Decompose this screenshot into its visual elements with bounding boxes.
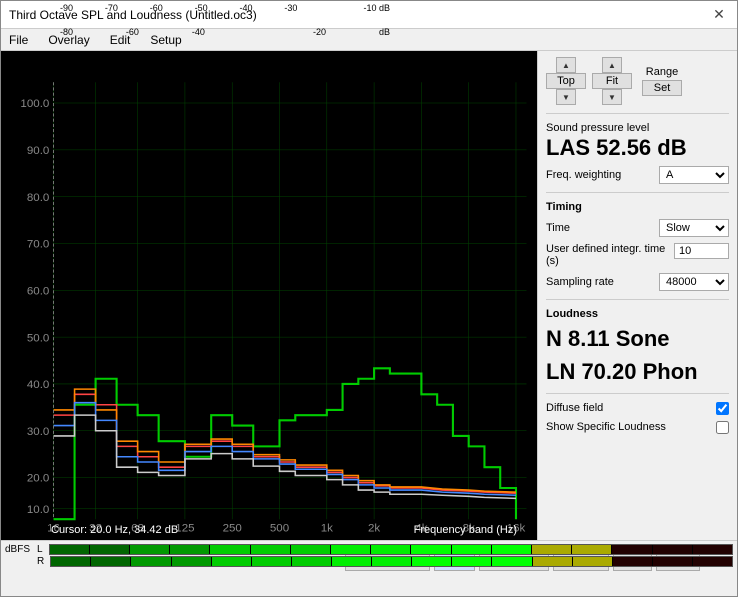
show-specific-row: Show Specific Loudness [546,421,729,434]
svg-text:80.0: 80.0 [27,192,50,204]
user-integr-label: User defined integr. time (s) [546,243,670,267]
vu-R-segments [51,557,732,566]
vu-ticks-R: -80-60-40|-20dB [60,27,390,37]
user-integr-input[interactable]: 10 [674,243,729,259]
cursor-info: Cursor: 20.0 Hz, 34.42 dB [51,524,178,536]
dbfs-label: dBFS [5,544,33,555]
svg-text:70.0: 70.0 [27,239,50,251]
set-button[interactable]: Set [642,80,682,96]
R-label: R [37,556,44,567]
svg-text:40.0: 40.0 [27,379,50,391]
vu-L-segments [50,545,732,554]
diffuse-field-checkbox[interactable] [716,402,729,415]
loudness-phon: LN 70.20 Phon [546,359,729,385]
menu-file[interactable]: File [5,32,32,48]
vu-R-row: dBFS R [1,556,737,568]
spl-section-title: Sound pressure level [546,122,729,134]
range-label: Range [646,66,678,78]
fit-nav-group: ▲ Fit ▼ [592,57,632,105]
svg-text:500: 500 [270,523,289,535]
spl-value: LAS 52.56 dB [546,136,729,160]
vu-L-bar [49,544,733,555]
time-select[interactable]: Slow Fast Impulse [659,219,729,237]
svg-text:20.0: 20.0 [27,473,50,485]
bottom-bar: dBFS L [1,540,737,596]
loudness-title: Loudness [546,308,729,320]
close-button[interactable]: ✕ [709,5,729,25]
svg-text:50.0: 50.0 [27,332,50,344]
right-panel: ▲ Top ▼ ▲ Fit ▼ Range Set [537,51,737,540]
show-specific-label: Show Specific Loudness [546,421,666,433]
time-label: Time [546,222,570,234]
svg-text:60.0: 60.0 [27,286,50,298]
diffuse-field-row: Diffuse field [546,402,729,415]
divider-4 [546,393,729,394]
fit-up-button[interactable]: ▲ [602,57,622,73]
top-nav-group: ▲ Top ▼ [546,57,586,105]
freq-weighting-row: Freq. weighting A B C D [546,166,729,184]
svg-text:30.0: 30.0 [27,426,50,438]
top-up-button[interactable]: ▲ [556,57,576,73]
svg-text:250: 250 [223,523,242,535]
fit-label-button[interactable]: Fit [592,73,632,89]
vu-L-row: dBFS L [1,541,737,556]
top-down-button[interactable]: ▼ [556,89,576,105]
fit-down-button[interactable]: ▼ [602,89,622,105]
sampling-rate-label: Sampling rate [546,276,614,288]
vu-R-bar [50,556,733,567]
top-label-button[interactable]: Top [546,73,586,89]
svg-text:2k: 2k [368,523,380,535]
divider-2 [546,192,729,193]
divider-1 [546,113,729,114]
chart-area: Third octave SPL dB ARTA [1,51,537,540]
vu-ticks-L: -90-70-60-50-40-30|-10 dB [60,3,390,13]
loudness-sone: N 8.11 Sone [546,326,729,352]
freq-weighting-select[interactable]: A B C D [659,166,729,184]
freq-weighting-label: Freq. weighting [546,169,621,181]
show-specific-checkbox[interactable] [716,421,729,434]
svg-text:1k: 1k [321,523,333,535]
diffuse-field-label: Diffuse field [546,402,603,414]
L-label: L [37,544,43,555]
sampling-rate-select[interactable]: 44100 48000 96000 [659,273,729,291]
chart-outer: Third octave SPL dB ARTA [1,51,537,540]
spl-section: Sound pressure level LAS 52.56 dB [546,122,729,160]
chart-svg: 100.0 90.0 80.0 70.0 60.0 50.0 40.0 30.0… [1,51,537,540]
main-content: Third octave SPL dB ARTA [1,51,737,540]
time-row: Time Slow Fast Impulse [546,219,729,237]
timing-title: Timing [546,201,729,213]
nav-controls: ▲ Top ▼ ▲ Fit ▼ Range Set [546,57,729,105]
freq-band-label: Frequency band (Hz) [414,524,517,536]
divider-3 [546,299,729,300]
main-window: Third Octave SPL and Loudness (Untitled.… [0,0,738,597]
svg-text:100.0: 100.0 [20,98,49,110]
sampling-rate-row: Sampling rate 44100 48000 96000 [546,273,729,291]
svg-text:10.0: 10.0 [27,504,50,516]
user-integr-row: User defined integr. time (s) 10 [546,243,729,267]
svg-text:90.0: 90.0 [27,145,50,157]
